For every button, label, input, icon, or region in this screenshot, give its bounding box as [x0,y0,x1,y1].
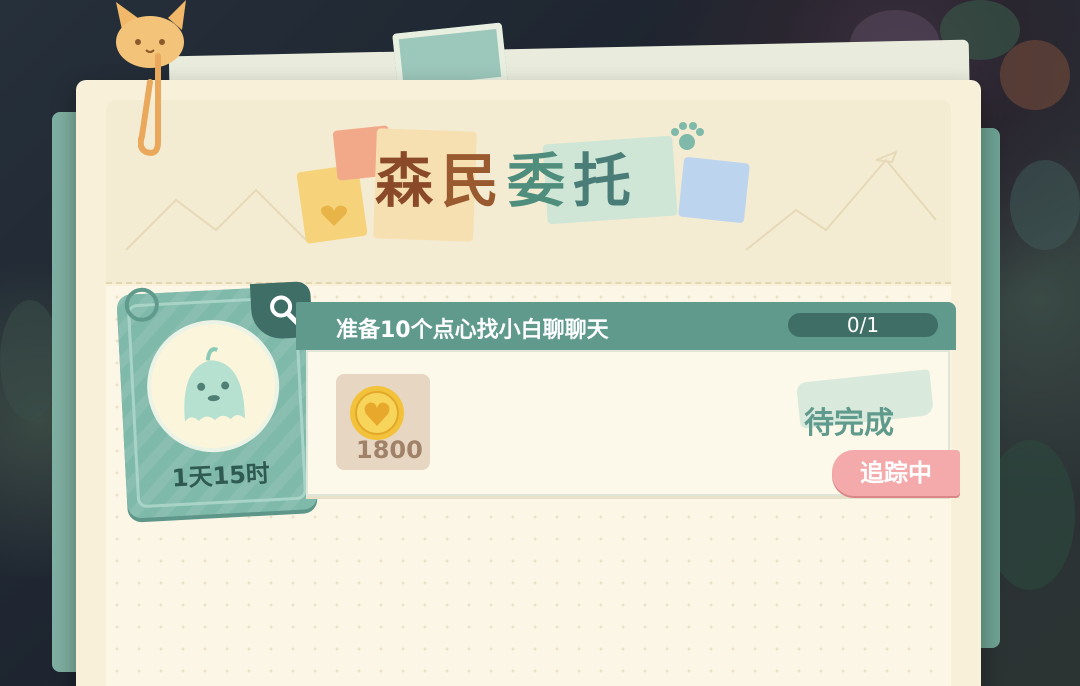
title-char: 委 [507,147,574,215]
task-status: 待完成 [804,406,894,441]
sticky-note-blue [678,156,750,224]
background-foliage [1010,160,1080,250]
reward-amount: 1800 [356,436,423,464]
background-balloon [1000,40,1070,110]
ghost-spirit-icon [184,347,245,422]
paw-print-icon [671,122,704,150]
panel-title: 森民委托 [295,120,755,244]
title-char: 托 [573,147,640,215]
tracking-tag[interactable]: 追踪中 [832,450,960,496]
reward-item[interactable]: 1800 [336,374,430,470]
task-title: 准备10个点心找小白聊聊天 [336,318,609,343]
title-text: 森民委托 [375,134,639,218]
paperclip-icon [138,53,161,156]
npc-portrait [148,321,279,452]
title-char: 森 [375,147,442,215]
heart-coin-icon [350,386,404,440]
heart-icon [321,205,347,226]
game-scene: 森民委托 1天15时 准备10个点心找小白聊聊天 0/1 1800 待完成 追踪… [0,0,1080,686]
background-foliage [0,300,60,420]
task-progress: 0/1 [788,313,938,337]
task-header[interactable]: 准备10个点心找小白聊聊天 0/1 [296,302,956,350]
title-char: 民 [441,147,508,215]
npc-card[interactable]: 1天15时 [116,280,318,519]
